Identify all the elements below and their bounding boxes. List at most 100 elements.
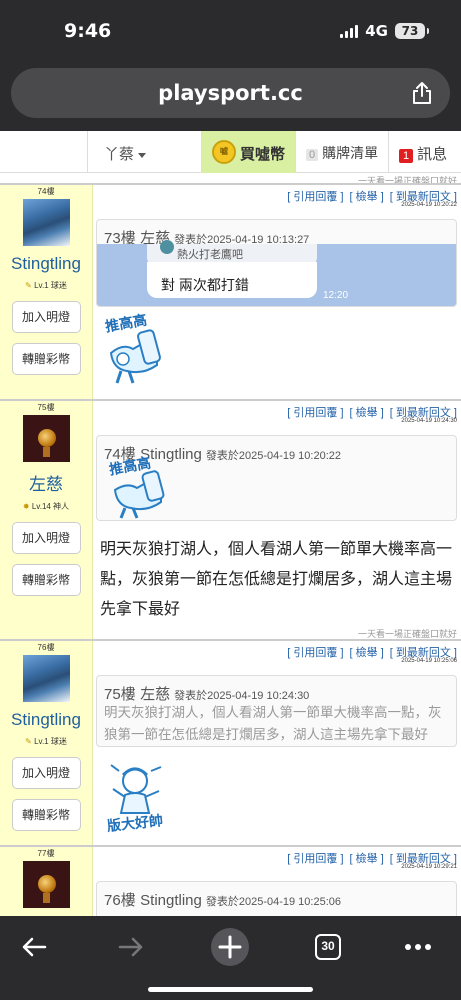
chat-time: 12:20: [323, 290, 349, 301]
report-link[interactable]: [ 檢舉 ]: [350, 191, 384, 203]
author-panel: 77樓: [0, 847, 93, 916]
status-bar: 9:46 4G 73: [0, 0, 461, 62]
arrow-left-icon: [22, 937, 47, 957]
post-time: 2025-04-19 10:20:22: [401, 202, 457, 208]
menu-button[interactable]: [396, 925, 440, 969]
sticker-handsome: 版大好帥: [105, 761, 169, 835]
post-75: 75樓 左慈 ✸ Lv.14 神人 加入明燈 轉贈彩幣 [ 引用回覆 ] [ 檢舉…: [0, 399, 461, 639]
coin-icon: 噓: [212, 140, 236, 164]
chevron-down-icon: [138, 152, 147, 158]
quote-body: 明天灰狼打湖人，個人看湖人第一節單大機率高一點，灰狼第一節在怎低總是打爛居多，湖…: [104, 705, 442, 742]
quote-header: 75樓 左慈 發表於2025-04-19 10:24:30: [104, 683, 309, 704]
share-icon[interactable]: [411, 81, 433, 105]
plus-icon: [211, 928, 249, 966]
author-name[interactable]: Stingtling: [0, 710, 92, 730]
floor-number: 77樓: [37, 849, 55, 858]
post-time: 2025-04-19 10:25:06: [401, 658, 457, 664]
avatar[interactable]: [22, 861, 70, 908]
post-74: 74樓 Stingtling ✎ Lv.1 球迷 加入明燈 轉贈彩幣 [ 引用回…: [0, 183, 461, 399]
quote-date: 發表於2025-04-19 10:24:30: [174, 690, 310, 702]
author-panel: 74樓 Stingtling ✎ Lv.1 球迷 加入明燈 轉贈彩幣: [0, 185, 93, 399]
avatar[interactable]: [22, 199, 70, 246]
post-body: 明天灰狼打湖人，個人看湖人第一節單大機率高一點，灰狼第一節在怎低總是打爛居多，湖…: [100, 541, 453, 618]
quote-reply-link[interactable]: [ 引用回覆 ]: [287, 407, 343, 419]
web-page: 丫蔡 噓買噓幣 0 購牌清單 1 訊息 一天看一場正確盤口就好 74樓 Stingt…: [0, 131, 461, 916]
url-text: playsport.cc: [158, 81, 303, 105]
avatar[interactable]: [22, 655, 70, 702]
author-level-text: Lv.14 神人: [31, 502, 70, 511]
signal-icon: [340, 24, 359, 38]
status-indicators: 4G 73: [340, 22, 429, 40]
tab-count: 30: [315, 934, 341, 960]
pencil-icon: ✎: [25, 281, 32, 290]
floor-number: 74樓: [37, 187, 55, 196]
address-bar[interactable]: playsport.cc: [11, 68, 450, 118]
quote-reply-link[interactable]: [ 引用回覆 ]: [287, 647, 343, 659]
cart-label: 購牌清單: [322, 145, 379, 161]
quote-date: 發表於2025-04-19 10:20:22: [205, 450, 342, 462]
site-nav: 丫蔡 噓買噓幣 0 購牌清單 1 訊息: [0, 131, 461, 173]
messages-link[interactable]: 1 訊息: [389, 131, 461, 173]
cart-count: 0: [306, 149, 319, 161]
quoted-post: 76樓 Stingtling 發表於2025-04-19 10:25:06: [96, 881, 457, 916]
messages-label: 訊息: [417, 146, 448, 163]
report-link[interactable]: [ 檢舉 ]: [350, 407, 384, 419]
report-link[interactable]: [ 檢舉 ]: [350, 647, 384, 659]
buy-coins-label: 買噓幣: [240, 146, 286, 163]
message-count: 1: [399, 149, 414, 163]
nav-blank: [0, 131, 88, 173]
post-77: 77樓 [ 引用回覆 ][ 檢舉 ][ 到最新回文 ] 2025-04-19 1…: [0, 845, 461, 916]
avatar[interactable]: [22, 415, 70, 462]
pencil-icon: ✎: [25, 737, 32, 746]
sun-icon: ✸: [22, 502, 30, 511]
add-light-button[interactable]: 加入明燈: [11, 522, 81, 554]
network-type: 4G: [365, 22, 388, 40]
chat-bubble-quoted: 熱火打老鷹吧: [147, 240, 317, 264]
sticker-push-high: 推高高: [107, 454, 173, 520]
chat-quoted-text: 熱火打老鷹吧: [177, 249, 243, 261]
arrow-right-icon: [118, 937, 143, 957]
chat-screenshot: 熱火打老鷹吧 對 兩次都打錯 12:20: [97, 240, 456, 306]
quote-author: Stingtling: [140, 892, 202, 909]
chat-bubble-reply: 對 兩次都打錯: [147, 262, 317, 298]
new-tab-button[interactable]: [208, 925, 252, 969]
gift-coins-button[interactable]: 轉贈彩幣: [11, 343, 81, 375]
chat-reply-text: 對 兩次都打錯: [161, 277, 249, 293]
author-level-text: Lv.1 球迷: [34, 281, 67, 290]
user-menu[interactable]: 丫蔡: [88, 131, 202, 173]
sticker-push-high: 推高高: [103, 311, 169, 387]
author-level: ✎ Lv.1 球迷: [0, 280, 92, 291]
tabs-button[interactable]: 30: [306, 925, 350, 969]
add-light-button[interactable]: 加入明燈: [11, 301, 81, 333]
quote-reply-link[interactable]: [ 引用回覆 ]: [287, 853, 343, 865]
buy-coins-button[interactable]: 噓買噓幣: [202, 131, 296, 173]
gift-coins-button[interactable]: 轉贈彩幣: [11, 799, 81, 831]
quoted-post: 74樓 Stingtling 發表於2025-04-19 10:20:22 推高高: [96, 435, 457, 521]
author-name[interactable]: 左慈: [0, 470, 92, 495]
report-link[interactable]: [ 檢舉 ]: [350, 853, 384, 865]
post-content: [ 引用回覆 ][ 檢舉 ][ 到最新回文 ] 2025-04-19 10:24…: [93, 401, 461, 639]
gift-coins-button[interactable]: 轉贈彩幣: [11, 564, 81, 596]
home-indicator: [148, 987, 313, 992]
quote-author: 左慈: [140, 686, 171, 703]
quote-date: 發表於2025-04-19 10:25:06: [205, 896, 342, 908]
quote-reply-link[interactable]: [ 引用回覆 ]: [287, 191, 343, 203]
post-content: [ 引用回覆 ][ 檢舉 ][ 到最新回文 ] 2025-04-19 10:29…: [93, 847, 461, 916]
quote-floor: 76樓: [104, 892, 136, 909]
cart-link[interactable]: 0 購牌清單: [296, 131, 389, 173]
post-time: 2025-04-19 10:24:30: [401, 418, 457, 424]
post-content: [ 引用回覆 ][ 檢舉 ][ 到最新回文 ] 2025-04-19 10:25…: [93, 641, 461, 845]
browser-bottom-bar: 30: [0, 916, 461, 1000]
floor-number: 76樓: [37, 643, 55, 652]
back-button[interactable]: [12, 925, 56, 969]
browser-toolbar: playsport.cc: [0, 62, 461, 131]
post-time: 2025-04-19 10:29:21: [401, 864, 457, 870]
status-time: 9:46: [64, 20, 112, 42]
author-panel: 76樓 Stingtling ✎ Lv.1 球迷 加入明燈 轉贈彩幣: [0, 641, 93, 845]
battery-icon: 73: [395, 23, 429, 39]
author-level: ✎ Lv.1 球迷: [0, 736, 92, 747]
forward-button[interactable]: [109, 925, 153, 969]
author-name[interactable]: Stingtling: [0, 254, 92, 274]
add-light-button[interactable]: 加入明燈: [11, 757, 81, 789]
quote-floor: 75樓: [104, 686, 136, 703]
